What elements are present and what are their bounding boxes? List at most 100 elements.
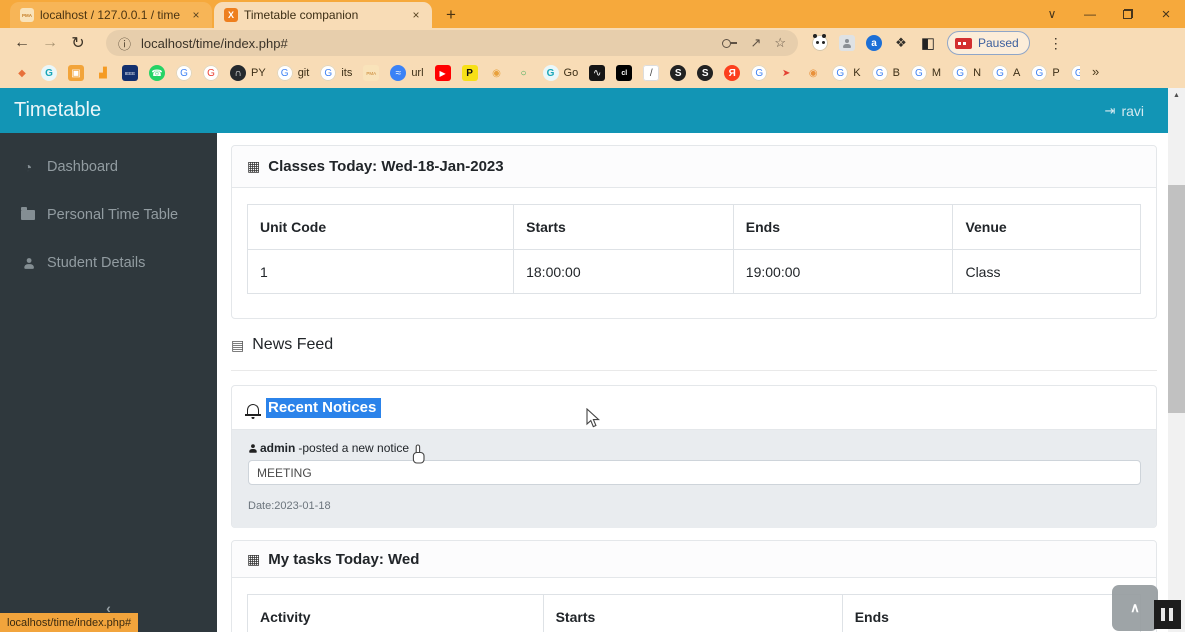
tab-search-icon[interactable]: ∨ <box>1033 0 1071 28</box>
tab-timetable-companion[interactable]: X Timetable companion × <box>214 2 432 28</box>
google-p-icon: G <box>1031 65 1048 81</box>
bookmark-green-ring[interactable]: ○ <box>516 65 532 81</box>
bookmark-google-its[interactable]: Gits <box>320 65 352 81</box>
bookmark-shorturl[interactable]: ≈ url <box>390 65 424 81</box>
tab-phpmyadmin[interactable]: PMA localhost / 127.0.0.1 / time / clas … <box>10 2 212 28</box>
classes-table: Unit Code Starts Ends Venue 1 18:00:00 1… <box>246 204 1141 294</box>
reload-icon[interactable]: ↻ <box>64 30 92 56</box>
bookmark-palette-diamond[interactable]: ◆ <box>14 65 30 81</box>
sidebar-item-personal-time-table[interactable]: Personal Time Table <box>0 191 217 239</box>
download-paused-button[interactable]: Paused <box>947 31 1030 55</box>
bookmark-google-git[interactable]: Ggit <box>276 65 309 81</box>
logout-link[interactable]: ⇥ ravi <box>1105 103 1144 119</box>
back-icon[interactable]: ← <box>8 30 36 56</box>
bookmark-eye[interactable]: ◉ <box>805 65 821 81</box>
column-header: Activity <box>247 594 544 632</box>
profile-extension-icon[interactable] <box>839 35 855 51</box>
sidebar-item-label: Dashboard <box>47 159 118 175</box>
notice-text-input[interactable] <box>248 460 1141 485</box>
column-header: Unit Code <box>246 204 515 250</box>
dark-mode-extension-icon[interactable]: ◧ <box>920 35 936 52</box>
bookmark-analytics[interactable]: ▟ <box>95 65 111 81</box>
palette-diamond-icon: ◆ <box>18 67 26 79</box>
green-ring-icon: ○ <box>520 67 527 79</box>
google-a-label: A <box>1013 67 1021 79</box>
panda-extension-icon[interactable] <box>812 34 828 51</box>
bookmark-seagull[interactable]: ∿ <box>589 65 606 81</box>
tasks-card-body: Activity Starts Ends <box>232 578 1156 632</box>
cell-venue: Class <box>952 249 1141 294</box>
notice-poster: admin <box>260 441 296 455</box>
sidebar-item-label: Student Details <box>47 255 146 271</box>
sidebar-item-student-details[interactable]: Student Details <box>0 239 217 287</box>
bookmark-google-k[interactable]: GK <box>832 65 861 81</box>
bookmark-teal-g[interactable]: G <box>41 65 57 81</box>
bookmark-cl-badge[interactable]: cl <box>616 65 633 81</box>
youtube-icon: ▶ <box>434 65 451 81</box>
bookmark-google-3[interactable]: G <box>751 65 768 81</box>
bookmark-whatsapp[interactable]: ☎ <box>149 65 165 81</box>
bookmark-star-icon[interactable]: ☆ <box>774 35 786 51</box>
google-k-label: K <box>853 67 861 79</box>
bookmark-google-n[interactable]: GN <box>952 65 981 81</box>
cell-unit-code: 1 <box>246 249 515 294</box>
bookmark-yandex[interactable]: Я <box>724 65 741 81</box>
google-3-icon: G <box>751 65 768 81</box>
table-icon: ▦ <box>247 550 261 567</box>
browser-menu-icon[interactable]: ⋮ <box>1045 32 1067 54</box>
sidebar: ◔ Dashboard Personal Time Table Student … <box>0 133 217 632</box>
bookmark-p-yellow[interactable]: P <box>461 65 478 81</box>
new-tab-button[interactable]: + <box>438 2 464 28</box>
bookmark-google-a[interactable]: GA <box>992 65 1020 81</box>
scrollbar-thumb[interactable] <box>1168 185 1185 413</box>
close-window-button[interactable]: × <box>1147 0 1185 28</box>
tab-close-icon[interactable]: × <box>408 7 424 23</box>
bookmark-ieee[interactable]: IEEE <box>122 65 138 81</box>
site-info-icon[interactable]: ⓘ <box>118 34 131 53</box>
bookmark-google-2[interactable]: G <box>203 65 219 81</box>
extensions-puzzle-icon[interactable]: ❖ <box>893 35 909 51</box>
sidebar-item-dashboard[interactable]: ◔ Dashboard <box>0 143 217 191</box>
column-header: Ends <box>841 594 1142 632</box>
bookmark-google-1[interactable]: G <box>176 65 192 81</box>
ieee-icon: IEEE <box>122 65 138 81</box>
password-key-icon[interactable] <box>722 38 738 48</box>
bookmarks-bar: ◆ G ▣ ▟ IEEE ☎ G G ∩ PY Ggit Gits PMA ≈ url ▶ P ◉ ○ G Go ∿ cl /… <box>0 58 1185 88</box>
kite-icon: ➤ <box>782 67 791 79</box>
bookmark-google-b[interactable]: GB <box>871 65 900 81</box>
bookmark-s-badge-2[interactable]: S <box>697 65 714 81</box>
bookmark-film-camera[interactable]: ◉ <box>489 65 505 81</box>
page-viewport: Timetable ⇥ ravi ◔ Dashboard Personal Ti… <box>0 88 1185 632</box>
p-yellow-icon: P <box>461 65 478 81</box>
bookmark-screencast[interactable]: ▣ <box>68 65 84 81</box>
scrollbar-up-icon[interactable]: ▲ <box>1168 92 1185 99</box>
bookmark-s-badge-1[interactable]: S <box>670 65 687 81</box>
bookmarks-overflow-icon[interactable]: » <box>1092 64 1099 79</box>
github-label: PY <box>251 67 266 79</box>
classes-card-header: ▦ Classes Today: Wed-18-Jan-2023 <box>232 146 1156 188</box>
address-bar[interactable]: ⓘ localhost/time/index.php# ↗ ☆ <box>106 30 798 56</box>
forward-icon[interactable]: → <box>36 30 64 56</box>
a-extension-icon[interactable]: a <box>866 35 882 51</box>
bookmark-google-p[interactable]: GP <box>1031 65 1060 81</box>
bookmark-kite[interactable]: ➤ <box>778 65 794 81</box>
restore-button[interactable] <box>1109 0 1147 28</box>
bookmark-runner[interactable]: / <box>643 65 660 81</box>
bookmark-google-i[interactable]: GI <box>1070 65 1080 81</box>
phpmyadmin-icon: PMA <box>363 65 380 81</box>
page-scrollbar[interactable]: ▲ <box>1168 88 1185 632</box>
phpmyadmin-favicon: PMA <box>20 8 34 22</box>
address-url: localhost/time/index.php# <box>141 35 288 51</box>
app-navbar: Timetable ⇥ ravi <box>0 88 1168 133</box>
table-header-row: Activity Starts Ends <box>247 594 1142 632</box>
bookmark-teal-go[interactable]: G Go <box>542 65 578 81</box>
bookmark-youtube[interactable]: ▶ <box>434 65 451 81</box>
bookmark-phpmyadmin[interactable]: PMA <box>363 65 380 81</box>
minimize-button[interactable]: — <box>1071 0 1109 28</box>
tab-close-icon[interactable]: × <box>188 7 204 23</box>
recent-notices-card: Recent Notices admin -posted a new notic… <box>231 385 1157 528</box>
bookmark-github[interactable]: ∩ PY <box>230 65 266 81</box>
bookmark-google-m[interactable]: GM <box>910 65 941 81</box>
share-icon[interactable]: ↗ <box>750 35 761 51</box>
scroll-to-top-button[interactable]: ∧ <box>1112 585 1158 631</box>
